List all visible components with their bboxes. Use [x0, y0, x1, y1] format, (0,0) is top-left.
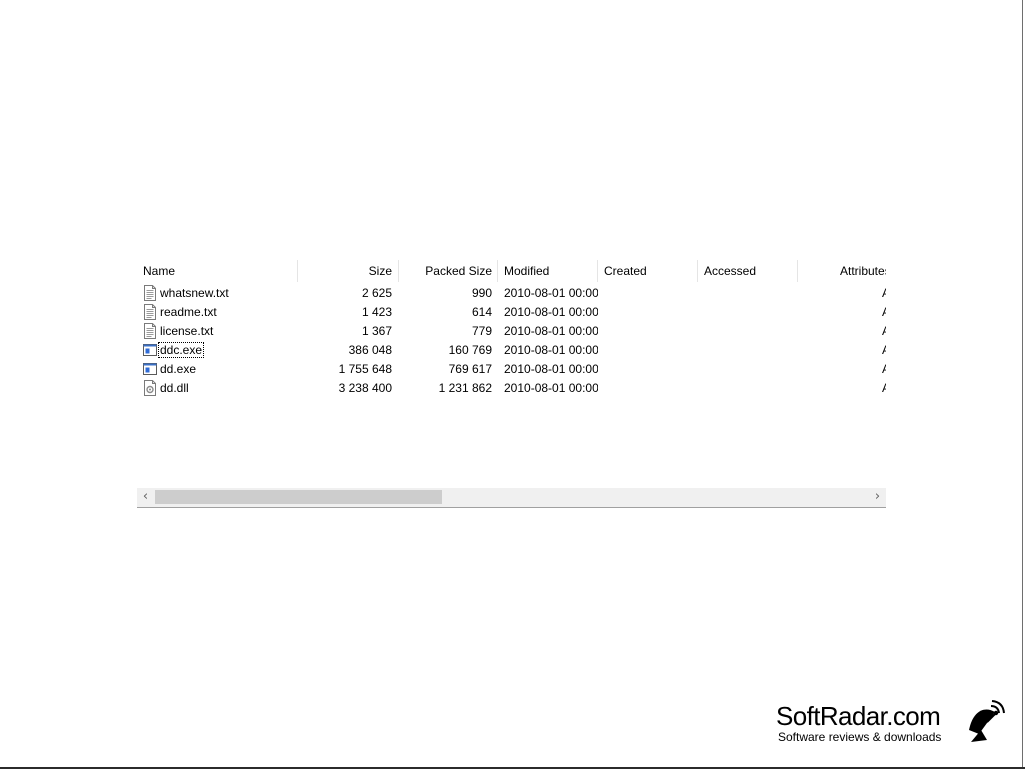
attributes-cell: A	[882, 360, 886, 379]
dll-file-icon	[143, 380, 157, 396]
accessed-cell	[704, 360, 798, 379]
column-header-packed-size[interactable]: Packed Size	[398, 259, 498, 284]
table-row[interactable]: dd.exe 1 755 648 769 617 2010-08-01 00:0…	[137, 360, 886, 379]
accessed-cell	[704, 322, 798, 341]
size-cell: 1 367	[361, 324, 392, 338]
name-cell[interactable]: dd.exe	[137, 360, 297, 379]
file-name[interactable]: dd.dll	[158, 380, 191, 396]
packed-size-cell: 990	[471, 286, 492, 300]
name-cell[interactable]: whatsnew.txt	[137, 284, 297, 303]
accessed-cell	[704, 284, 798, 303]
accessed-cell	[704, 303, 798, 322]
executable-icon	[143, 342, 157, 358]
attributes-cell: A	[882, 379, 886, 398]
column-header-modified[interactable]: Modified	[498, 259, 598, 284]
modified-cell: 2010-08-01 00:00	[504, 324, 598, 338]
table-row[interactable]: license.txt 1 367 779 2010-08-01 00:00 A	[137, 322, 886, 341]
name-cell[interactable]: license.txt	[137, 322, 297, 341]
packed-size-cell: 160 769	[448, 343, 492, 357]
file-name[interactable]: license.txt	[158, 323, 215, 339]
attributes-cell: A	[882, 284, 886, 303]
text-file-icon	[143, 285, 157, 301]
packed-size-cell: 779	[471, 324, 492, 338]
column-header-attributes[interactable]: Attributes	[798, 259, 886, 284]
text-file-icon	[143, 323, 157, 339]
size-cell: 1 755 648	[338, 362, 392, 376]
accessed-cell	[704, 341, 798, 360]
name-cell[interactable]: readme.txt	[137, 303, 297, 322]
scroll-right-button[interactable]: ›	[869, 488, 886, 507]
watermark-title: SoftRadar.com	[776, 701, 941, 731]
size-cell: 1 423	[361, 305, 392, 319]
size-cell: 386 048	[348, 343, 392, 357]
name-cell[interactable]: ddc.exe	[137, 341, 297, 360]
scroll-left-button[interactable]: ‹	[137, 488, 154, 507]
softradar-watermark: SoftRadar.com Software reviews & downloa…	[770, 700, 1010, 750]
attributes-cell: A	[882, 303, 886, 322]
text-file-icon	[143, 304, 157, 320]
created-cell	[604, 341, 698, 360]
scroll-thumb[interactable]	[155, 490, 442, 504]
column-header-bar: Name Size Packed Size Modified Created A…	[137, 259, 886, 284]
size-cell: 3 238 400	[338, 381, 392, 395]
executable-icon	[143, 361, 157, 377]
packed-size-cell: 769 617	[448, 362, 492, 376]
table-row[interactable]: ddc.exe 386 048 160 769 2010-08-01 00:00…	[137, 341, 886, 360]
created-cell	[604, 303, 698, 322]
file-name[interactable]: readme.txt	[158, 304, 219, 320]
modified-cell: 2010-08-01 00:00	[504, 381, 598, 395]
list-bottom-border	[137, 507, 886, 508]
created-cell	[604, 322, 698, 341]
packed-size-cell: 614	[471, 305, 492, 319]
column-header-accessed[interactable]: Accessed	[698, 259, 798, 284]
attributes-cell: A	[882, 322, 886, 341]
horizontal-scrollbar[interactable]: ‹ ›	[137, 488, 886, 507]
created-cell	[604, 379, 698, 398]
table-row[interactable]: whatsnew.txt 2 625 990 2010-08-01 00:00 …	[137, 284, 886, 303]
modified-cell: 2010-08-01 00:00	[504, 305, 598, 319]
attributes-cell: A	[882, 341, 886, 360]
file-name[interactable]: ddc.exe	[158, 342, 205, 358]
table-row[interactable]: dd.dll 3 238 400 1 231 862 2010-08-01 00…	[137, 379, 886, 398]
watermark-subtitle: Software reviews & downloads	[778, 730, 942, 744]
created-cell	[604, 284, 698, 303]
file-name[interactable]: dd.exe	[158, 361, 198, 377]
window-frame-right	[1022, 0, 1023, 769]
table-row[interactable]: readme.txt 1 423 614 2010-08-01 00:00 A	[137, 303, 886, 322]
name-cell[interactable]: dd.dll	[137, 379, 297, 398]
satellite-dish-icon	[969, 700, 1005, 742]
accessed-cell	[704, 379, 798, 398]
file-list-view[interactable]: Name Size Packed Size Modified Created A…	[137, 259, 886, 508]
packed-size-cell: 1 231 862	[438, 381, 492, 395]
column-header-created[interactable]: Created	[598, 259, 698, 284]
size-cell: 2 625	[361, 286, 392, 300]
file-name[interactable]: whatsnew.txt	[158, 285, 231, 301]
column-header-name[interactable]: Name	[137, 259, 297, 284]
modified-cell: 2010-08-01 00:00	[504, 362, 598, 376]
modified-cell: 2010-08-01 00:00	[504, 343, 598, 357]
file-rows: whatsnew.txt 2 625 990 2010-08-01 00:00 …	[137, 284, 886, 398]
column-header-size[interactable]: Size	[298, 259, 398, 284]
created-cell	[604, 360, 698, 379]
modified-cell: 2010-08-01 00:00	[504, 286, 598, 300]
